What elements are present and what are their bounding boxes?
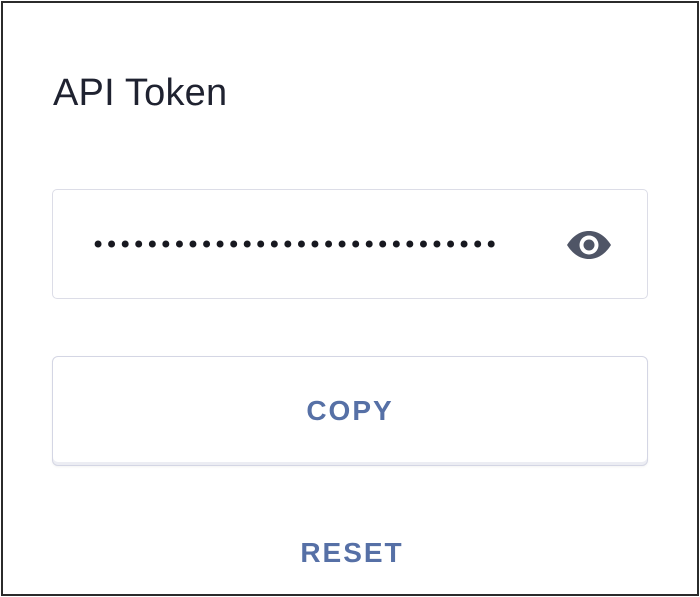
- eye-icon: [567, 231, 611, 259]
- reset-link[interactable]: RESET: [3, 537, 697, 569]
- copy-button[interactable]: COPY: [52, 356, 648, 466]
- copy-button-label: COPY: [306, 395, 394, 426]
- show-token-button[interactable]: [562, 227, 616, 263]
- api-token-panel: API Token COPY RESET: [1, 1, 699, 596]
- api-token-input[interactable]: [91, 220, 549, 270]
- panel-title: API Token: [53, 72, 228, 114]
- reset-link-label: RESET: [300, 537, 404, 568]
- api-token-field: [52, 189, 648, 299]
